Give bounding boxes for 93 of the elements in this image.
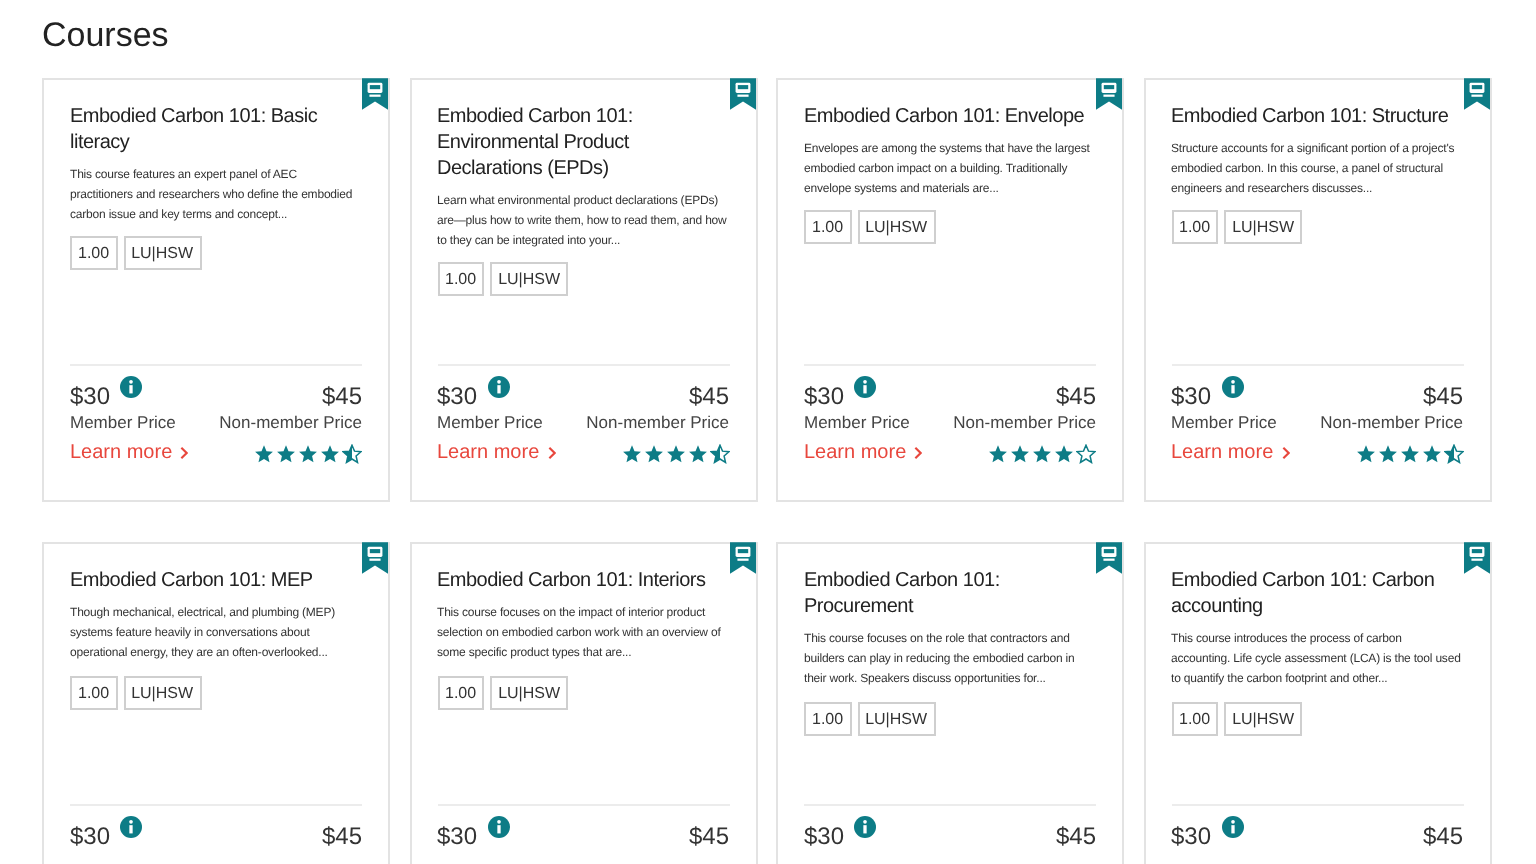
learn-more-link[interactable]: Learn more xyxy=(1171,442,1290,465)
info-icon[interactable] xyxy=(1221,376,1244,399)
half-star-icon xyxy=(1443,443,1463,464)
full-star-icon xyxy=(1421,443,1441,464)
course-title: Embodied Carbon 101: Envelope xyxy=(804,104,1087,130)
course-title: Embodied Carbon 101: Procurement xyxy=(804,568,1002,621)
non-member-price: $45 xyxy=(1422,382,1463,411)
non-member-price-label: Non-member Price xyxy=(953,410,1096,435)
member-price: $30 xyxy=(70,382,111,411)
info-icon[interactable] xyxy=(487,815,510,838)
member-price: $30 xyxy=(437,382,478,411)
full-star-icon xyxy=(687,443,707,464)
chevron-right-icon xyxy=(547,446,556,461)
full-star-icon xyxy=(621,443,641,464)
bookmark-ribbon-icon[interactable] xyxy=(1096,78,1122,110)
bookmark-ribbon-icon[interactable] xyxy=(1096,542,1122,575)
credit-tag: LU|HSW xyxy=(1224,701,1303,736)
full-star-icon xyxy=(298,443,318,464)
bookmark-ribbon-icon[interactable] xyxy=(1463,78,1489,110)
info-icon[interactable] xyxy=(1221,815,1244,838)
non-member-price: $45 xyxy=(321,821,362,850)
member-price: $30 xyxy=(1171,382,1212,411)
empty-star-icon xyxy=(1076,443,1096,464)
chevron-right-icon xyxy=(180,446,189,461)
member-price: $30 xyxy=(70,821,111,850)
full-star-icon xyxy=(1377,443,1397,464)
member-price: $30 xyxy=(804,382,845,411)
course-title: Embodied Carbon 101: Basic literacy xyxy=(70,104,320,156)
non-member-price: $45 xyxy=(321,382,362,411)
full-star-icon xyxy=(1399,443,1419,464)
chevron-right-icon xyxy=(914,446,923,461)
credit-tag: 1.00 xyxy=(804,210,852,245)
credit-tag: 1.00 xyxy=(1171,210,1219,245)
non-member-price: $45 xyxy=(1055,821,1096,850)
info-icon[interactable] xyxy=(120,376,143,399)
full-star-icon xyxy=(1032,443,1052,464)
non-member-price: $45 xyxy=(1422,821,1463,850)
credit-tag: LU|HSW xyxy=(123,675,202,710)
non-member-price: $45 xyxy=(688,821,729,850)
credit-tag: 1.00 xyxy=(1171,701,1219,736)
course-title: Embodied Carbon 101: Structure xyxy=(1171,104,1451,130)
course-title: Embodied Carbon 101: Carbon accounting xyxy=(1171,568,1437,621)
course-title: Embodied Carbon 101: Interiors xyxy=(437,568,708,595)
credit-tag: LU|HSW xyxy=(1224,210,1303,245)
credit-tag: 1.00 xyxy=(437,675,485,710)
full-star-icon xyxy=(276,443,296,464)
non-member-price-label: Non-member Price xyxy=(586,410,729,435)
member-price-label: Member Price xyxy=(437,410,543,435)
credit-tag: 1.00 xyxy=(70,236,118,271)
full-star-icon xyxy=(1355,443,1375,464)
info-icon[interactable] xyxy=(854,815,877,838)
info-icon[interactable] xyxy=(854,376,877,399)
learn-more-link[interactable]: Learn more xyxy=(70,442,189,465)
member-price: $30 xyxy=(437,821,478,850)
half-star-icon xyxy=(709,443,729,464)
member-price: $30 xyxy=(1171,821,1212,850)
course-title: Embodied Carbon 101: MEP xyxy=(70,568,315,595)
half-star-icon xyxy=(342,443,362,464)
credit-tag: 1.00 xyxy=(437,262,485,297)
non-member-price-label: Non-member Price xyxy=(1320,410,1463,435)
learn-more-link[interactable]: Learn more xyxy=(437,442,556,465)
non-member-price: $45 xyxy=(688,382,729,411)
full-star-icon xyxy=(988,443,1008,464)
full-star-icon xyxy=(320,443,340,464)
info-icon[interactable] xyxy=(487,376,510,399)
credit-tag: LU|HSW xyxy=(123,236,202,271)
info-icon[interactable] xyxy=(120,815,143,838)
member-price: $30 xyxy=(804,821,845,850)
non-member-price-label: Non-member Price xyxy=(219,410,362,435)
bookmark-ribbon-icon[interactable] xyxy=(362,542,388,575)
course-title: Embodied Carbon 101: Environmental Product Declarations (EPDs) xyxy=(437,104,635,182)
credit-tag: LU|HSW xyxy=(490,262,569,297)
credit-tag: LU|HSW xyxy=(490,675,569,710)
full-star-icon xyxy=(643,443,663,464)
bookmark-ribbon-icon[interactable] xyxy=(729,542,755,575)
bookmark-ribbon-icon[interactable] xyxy=(729,78,755,110)
full-star-icon xyxy=(1054,443,1074,464)
bookmark-ribbon-icon[interactable] xyxy=(362,78,388,110)
bookmark-ribbon-icon[interactable] xyxy=(1463,542,1489,575)
full-star-icon xyxy=(1010,443,1030,464)
page-heading: Courses xyxy=(42,14,171,58)
full-star-icon xyxy=(665,443,685,464)
learn-more-link[interactable]: Learn more xyxy=(804,442,923,465)
chevron-right-icon xyxy=(1281,446,1290,461)
non-member-price: $45 xyxy=(1055,382,1096,411)
member-price-label: Member Price xyxy=(70,410,176,435)
credit-tag: LU|HSW xyxy=(857,210,936,245)
credit-tag: 1.00 xyxy=(804,701,852,736)
member-price-label: Member Price xyxy=(804,410,910,435)
full-star-icon xyxy=(254,443,274,464)
credit-tag: LU|HSW xyxy=(857,701,936,736)
member-price-label: Member Price xyxy=(1171,410,1277,435)
credit-tag: 1.00 xyxy=(70,675,118,710)
